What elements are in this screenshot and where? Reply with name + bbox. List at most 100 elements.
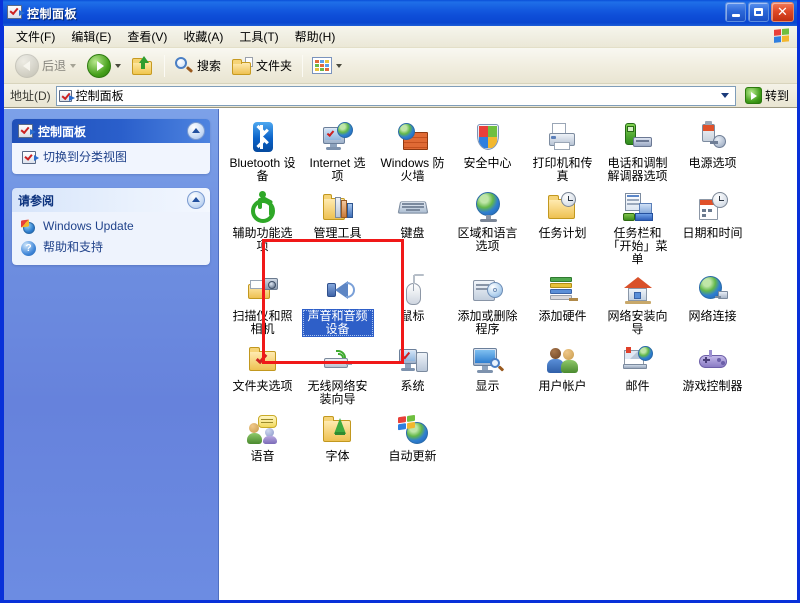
switch-view-icon [20, 151, 39, 164]
system-icon [397, 344, 429, 376]
chevron-down-icon[interactable] [70, 63, 77, 68]
chevron-down-icon[interactable] [336, 63, 343, 68]
control-panel-item[interactable]: 扫描仪和照相机 [225, 270, 300, 337]
sidebar-link-help-support[interactable]: ? 帮助和支持 [20, 240, 202, 256]
control-panel-item[interactable]: 添加硬件 [525, 270, 600, 337]
control-panel-item[interactable]: 声音和音频设备 [300, 270, 375, 337]
back-label: 后退 [42, 59, 67, 73]
control-panel-item[interactable]: 自动更新 [375, 410, 450, 464]
power-options-icon [697, 121, 729, 153]
control-panel-item[interactable]: 显示 [450, 340, 525, 407]
go-label: 转到 [764, 89, 789, 103]
window-title: 控制面板 [27, 6, 78, 21]
control-panel-item[interactable]: Internet 选项 [300, 117, 375, 184]
control-panel-item[interactable]: 鼠标 [375, 270, 450, 337]
regional-language-icon [472, 191, 504, 223]
help-support-icon: ? [20, 241, 37, 256]
control-panel-item[interactable]: 邮件 [600, 340, 675, 407]
control-panel-item[interactable]: 用户帐户 [525, 340, 600, 407]
up-button[interactable] [127, 51, 159, 81]
menu-favorites[interactable]: 收藏(A) [175, 26, 231, 47]
control-panel-icon [58, 89, 75, 102]
control-panel-item[interactable]: Bluetooth 设备 [225, 117, 300, 184]
sidebar-link-label: 切换到分类视图 [43, 150, 128, 164]
folders-button[interactable]: 文件夹 [227, 51, 297, 81]
control-panel-item[interactable]: 系统 [375, 340, 450, 407]
control-panel-item-label: 字体 [325, 449, 350, 463]
control-panel-item[interactable]: 键盘 [375, 187, 450, 267]
menu-tools[interactable]: 工具(T) [231, 26, 286, 47]
up-folder-icon [132, 56, 154, 75]
control-panel-item[interactable]: 文件夹选项 [225, 340, 300, 407]
panel-title: 控制面板 [38, 124, 87, 139]
back-arrow-icon [15, 53, 39, 78]
search-button[interactable]: 搜索 [169, 51, 226, 81]
control-panel-item[interactable]: 游戏控制器 [675, 340, 750, 407]
menu-edit[interactable]: 编辑(E) [63, 26, 119, 47]
maximize-button[interactable] [748, 2, 769, 22]
control-panel-item[interactable]: 安全中心 [450, 117, 525, 184]
printers-faxes-icon [547, 121, 579, 153]
control-panel-item-label: 扫描仪和照相机 [232, 309, 293, 336]
control-panel-item[interactable]: Windows 防火墙 [375, 117, 450, 184]
network-setup-wizard-icon [622, 274, 654, 306]
search-icon [174, 56, 194, 76]
panel-title: 请参阅 [18, 193, 55, 208]
phone-modem-icon [622, 121, 654, 153]
control-panel-item[interactable]: 语音 [225, 410, 300, 464]
control-panel-item[interactable]: 打印机和传真 [525, 117, 600, 184]
control-panel-item-label: 网络安装向导 [607, 309, 668, 336]
go-button[interactable]: 转到 [741, 85, 793, 106]
mouse-icon [397, 274, 429, 306]
date-time-icon [697, 191, 729, 223]
views-button[interactable] [307, 51, 347, 81]
control-panel-item[interactable]: 添加或删除程序 [450, 270, 525, 337]
control-panel-item[interactable]: 电源选项 [675, 117, 750, 184]
panel-body-see-also: Windows Update ? 帮助和支持 [12, 212, 210, 265]
toolbar-separator [164, 54, 166, 77]
chevron-up-icon[interactable] [187, 191, 205, 209]
control-panel-icon [18, 124, 36, 138]
address-label: 地址(D) [10, 89, 51, 103]
folders-label: 文件夹 [256, 59, 293, 73]
forward-arrow-icon [87, 53, 112, 78]
menu-file[interactable]: 文件(F) [8, 26, 63, 47]
menu-help[interactable]: 帮助(H) [287, 26, 344, 47]
control-panel-item[interactable]: 辅助功能选项 [225, 187, 300, 267]
control-panel-item[interactable]: 网络安装向导 [600, 270, 675, 337]
title-bar[interactable]: 控制面板 ✕ [3, 0, 797, 26]
menu-view[interactable]: 查看(V) [119, 26, 175, 47]
back-button[interactable]: 后退 [10, 51, 81, 81]
chevron-down-icon[interactable] [115, 63, 122, 68]
sidebar-link-windows-update[interactable]: Windows Update [20, 219, 202, 235]
control-panel-item-label: 自动更新 [388, 449, 437, 463]
control-panel-item[interactable]: 网络连接 [675, 270, 750, 337]
sidebar-link-switch-category-view[interactable]: 切换到分类视图 [20, 150, 202, 165]
close-button[interactable]: ✕ [771, 2, 794, 22]
control-panel-item[interactable]: 任务栏和「开始」菜单 [600, 187, 675, 267]
control-panel-item[interactable]: 任务计划 [525, 187, 600, 267]
control-panel-item[interactable]: 管理工具 [300, 187, 375, 267]
control-panel-item[interactable]: 无线网络安装向导 [300, 340, 375, 407]
control-panel-item-label: 电源选项 [688, 156, 737, 170]
control-panel-item[interactable]: 字体 [300, 410, 375, 464]
address-bar: 地址(D) 控制面板 转到 [4, 84, 797, 108]
sounds-audio-icon [322, 274, 355, 306]
views-grid-icon [312, 57, 333, 74]
minimize-button[interactable] [725, 2, 746, 22]
add-hardware-icon [547, 274, 579, 306]
toolbar: 后退 搜索 文件夹 [4, 48, 797, 84]
control-panel-item-label: 安全中心 [463, 156, 512, 170]
chevron-up-icon[interactable] [187, 122, 205, 140]
control-panel-item[interactable]: 日期和时间 [675, 187, 750, 267]
panel-header-see-also[interactable]: 请参阅 [12, 188, 210, 212]
control-panel-item-label: 邮件 [625, 379, 650, 393]
address-input[interactable]: 控制面板 [55, 85, 736, 106]
window-controls: ✕ [725, 2, 794, 22]
control-panel-item[interactable]: 区域和语言选项 [450, 187, 525, 267]
address-dropdown-button[interactable] [717, 87, 733, 105]
panel-header-control-panel[interactable]: 控制面板 [12, 119, 210, 143]
forward-button[interactable] [82, 51, 126, 81]
control-panel-item[interactable]: 电话和调制解调器选项 [600, 117, 675, 184]
control-panel-item-label: 辅助功能选项 [232, 226, 293, 253]
